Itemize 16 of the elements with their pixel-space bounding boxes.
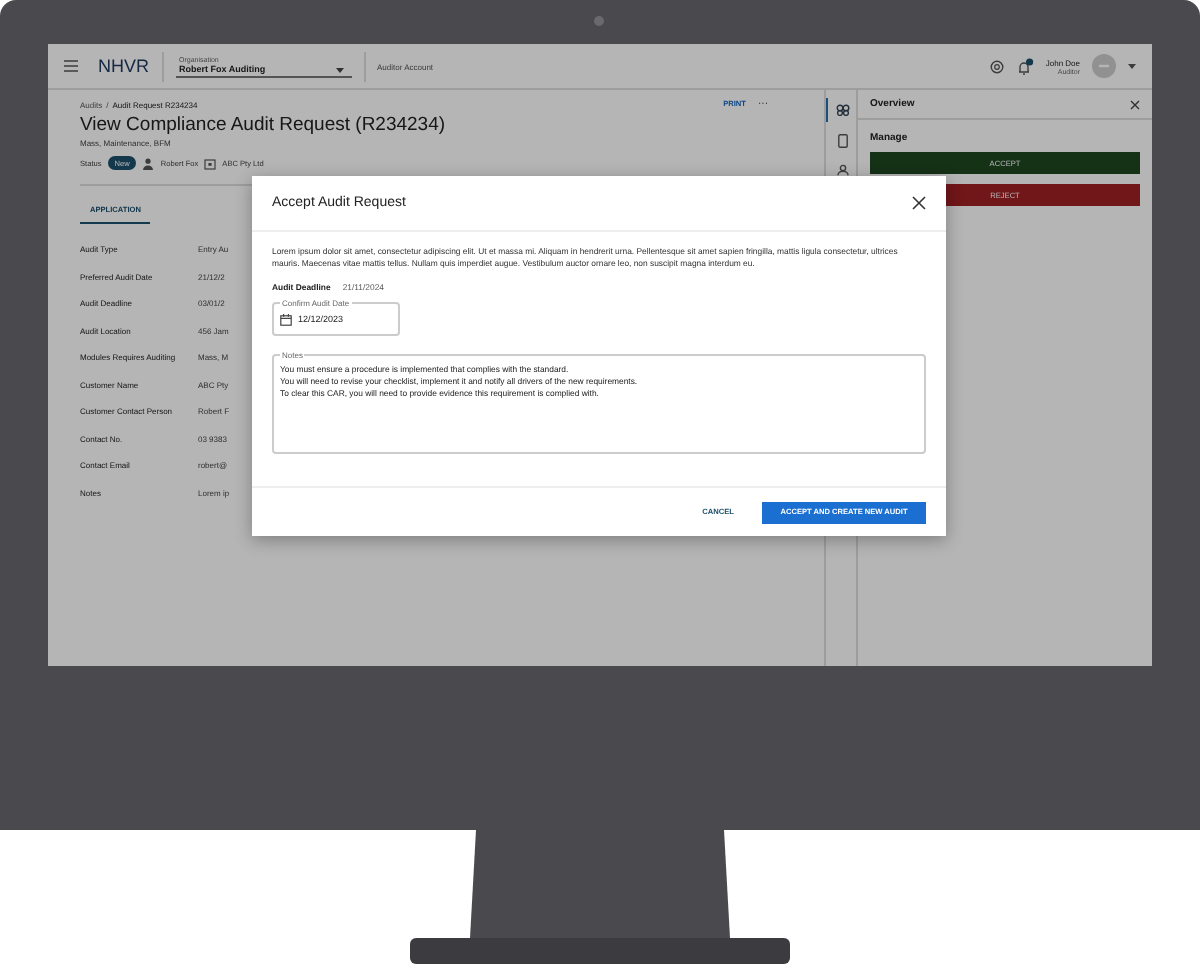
building-icon [204, 157, 217, 169]
person-icon [835, 164, 849, 176]
close-icon[interactable] [912, 196, 926, 210]
page-title: View Compliance Audit Request (R234234) [80, 114, 448, 136]
caret-icon[interactable] [335, 67, 344, 73]
app-logo: NHVR [98, 56, 150, 76]
calendar-icon [280, 313, 292, 325]
person-icon [142, 157, 155, 169]
help-icon[interactable] [989, 59, 1004, 73]
caret-icon[interactable] [1128, 63, 1136, 69]
bell-icon[interactable] [1015, 57, 1034, 75]
close-icon[interactable] [1130, 99, 1140, 109]
grid-icon [835, 104, 849, 116]
document-icon [837, 133, 847, 147]
camera-dot [594, 16, 604, 26]
menu-icon[interactable] [64, 60, 78, 72]
